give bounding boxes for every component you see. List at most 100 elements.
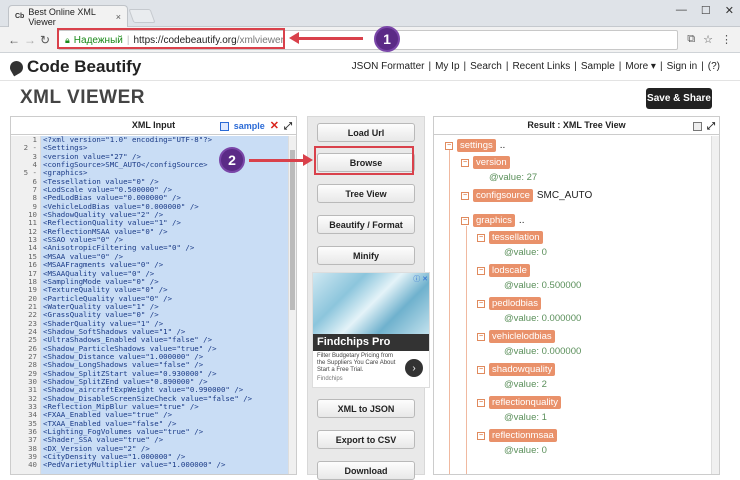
ad-go-icon[interactable]: ›: [405, 359, 423, 377]
node-value: SMC_AUTO: [536, 190, 593, 201]
menu-dots-icon[interactable]: ⋮: [721, 33, 732, 46]
nav-json-formatter[interactable]: JSON Formatter: [352, 61, 425, 72]
tree-node-lodscale[interactable]: − lodscale: [477, 264, 530, 277]
result-panel-header: Result : XML Tree View ⤢: [434, 117, 719, 135]
title-bar: XML VIEWER Save & Share: [0, 82, 740, 114]
copy-icon[interactable]: [219, 122, 229, 131]
tree-node-tessellation[interactable]: − tessellation: [477, 231, 543, 244]
node-key: reflectionquality: [489, 396, 562, 409]
tree-node-vehiclelodbias[interactable]: − vehiclelodbias: [477, 330, 555, 343]
xml-tree: − settings .. − version @value: 27 − con…: [434, 136, 712, 474]
nav-search[interactable]: Search: [470, 61, 502, 72]
page-title: XML VIEWER: [20, 87, 145, 108]
node-key: graphics: [473, 214, 515, 227]
favicon-icon: Cb: [15, 13, 25, 20]
toolbar-icons: ⧉ ☆ ⋮: [687, 33, 732, 46]
window-close-icon[interactable]: ✕: [725, 4, 734, 17]
browser-tab[interactable]: Cb Best Online XML Viewer ×: [8, 5, 128, 27]
input-panel-header: XML Input sample ✕ ⤢: [11, 117, 296, 135]
collapse-toggle-icon[interactable]: −: [477, 398, 485, 407]
tree-attr-tessellation: @value: 0: [504, 247, 547, 258]
node-value: @value: 0.000000: [504, 346, 582, 357]
tree-node-settings[interactable]: − settings ..: [445, 139, 505, 152]
translate-icon[interactable]: ⧉: [687, 33, 695, 46]
node-ellipsis: ..: [518, 215, 525, 226]
tree-attr-vehiclelodbias: @value: 0.000000: [504, 346, 581, 357]
tree-node-graphics[interactable]: − graphics ..: [461, 214, 524, 227]
tree-node-configsource[interactable]: − configsource SMC_AUTO: [461, 189, 592, 202]
sample-link[interactable]: sample: [234, 118, 265, 135]
node-ellipsis: ..: [499, 140, 506, 151]
minimize-icon[interactable]: —: [676, 4, 687, 17]
nav-recent-links[interactable]: Recent Links: [512, 61, 570, 72]
collapse-toggle-icon[interactable]: −: [461, 191, 469, 200]
tab-title: Best Online XML Viewer: [28, 6, 96, 27]
maximize-icon[interactable]: ☐: [701, 4, 711, 17]
node-value: @value: 0: [504, 445, 547, 456]
forward-arrow-icon[interactable]: →: [24, 33, 36, 47]
download-button[interactable]: Download: [317, 461, 415, 480]
ad-source: Findchips: [317, 376, 343, 382]
load-url-button[interactable]: Load Url: [317, 123, 415, 142]
collapse-toggle-icon[interactable]: −: [461, 216, 469, 225]
result-scrollbar[interactable]: [711, 136, 719, 474]
node-key: tessellation: [489, 231, 543, 244]
tab-close-icon[interactable]: ×: [116, 12, 121, 22]
save-share-button[interactable]: Save & Share: [646, 88, 712, 109]
collapse-toggle-icon[interactable]: −: [461, 158, 469, 167]
ad-title: Findchips Pro: [313, 334, 429, 351]
tree-attr-shadowquality: @value: 2: [504, 379, 547, 390]
nav-sample[interactable]: Sample: [581, 61, 615, 72]
node-value: @value: 1: [504, 412, 547, 423]
input-tools: sample ✕ ⤢: [219, 118, 292, 135]
bookmark-star-icon[interactable]: ☆: [703, 33, 713, 46]
clear-icon[interactable]: ✕: [270, 118, 279, 135]
editor-scrollbar[interactable]: [288, 136, 296, 474]
minify-button[interactable]: Minify: [317, 246, 415, 265]
tree-node-shadowquality[interactable]: − shadowquality: [477, 363, 556, 376]
xml-editor[interactable]: 12 -345 -6 7 8 9 10 11 12 13 14 15 16 17 18 19 20 21 22 2…: [11, 136, 296, 474]
export-csv-button[interactable]: Export to CSV: [317, 430, 415, 449]
fullscreen-icon[interactable]: ⤢: [284, 118, 292, 135]
site-logo[interactable]: Code Beautify: [7, 57, 141, 77]
new-tab-button[interactable]: [128, 9, 156, 23]
reload-icon[interactable]: ↻: [40, 33, 50, 47]
node-key: configsource: [473, 189, 533, 202]
ad-text: Filter Budgetary Pricing from the Suppli…: [317, 353, 396, 373]
advertisement[interactable]: ⓘ ✕ Findchips Pro Filter Budgetary Prici…: [312, 272, 430, 388]
xml-to-json-button[interactable]: XML to JSON: [317, 399, 415, 418]
tree-node-pedlodbias[interactable]: − pedlodbias: [477, 297, 541, 310]
nav-sign-in[interactable]: Sign in: [667, 61, 698, 72]
beautify-format-button[interactable]: Beautify / Format: [317, 215, 415, 234]
collapse-toggle-icon[interactable]: −: [477, 431, 485, 440]
tree-node-reflectionquality[interactable]: − reflectionquality: [477, 396, 562, 409]
collapse-toggle-icon[interactable]: −: [477, 365, 485, 374]
window-controls: — ☐ ✕: [676, 4, 734, 17]
collapse-toggle-icon[interactable]: −: [477, 299, 485, 308]
browse-highlight-box: [314, 146, 414, 175]
browser-tab-strip: Cb Best Online XML Viewer × — ☐ ✕: [0, 0, 740, 27]
tree-view-button[interactable]: Tree View: [317, 184, 415, 203]
nav-more[interactable]: More ▾: [625, 61, 656, 72]
nav-my-ip[interactable]: My Ip: [435, 61, 459, 72]
nav-help[interactable]: (?): [708, 61, 720, 72]
ad-choices-icon[interactable]: ⓘ ✕: [413, 274, 428, 284]
result-copy-icon[interactable]: [693, 122, 702, 131]
xml-code-area[interactable]: <?xml version="1.0" encoding="UTF-8"?> <S…: [41, 136, 296, 474]
tree-attr-pedlodbias: @value: 0.000000: [504, 313, 581, 324]
tree-node-version[interactable]: − version: [461, 156, 510, 169]
collapse-toggle-icon[interactable]: −: [477, 332, 485, 341]
node-value: @value: 27: [489, 172, 538, 183]
tree-node-reflectionmsaa[interactable]: − reflectionmsaa: [477, 429, 557, 442]
collapse-toggle-icon[interactable]: −: [445, 141, 453, 150]
collapse-toggle-icon[interactable]: −: [477, 233, 485, 242]
input-panel-title: XML Input: [131, 120, 176, 130]
scrollbar-thumb[interactable]: [290, 150, 295, 310]
node-key: reflectionmsaa: [489, 429, 557, 442]
node-value: @value: 0.500000: [504, 280, 582, 291]
collapse-toggle-icon[interactable]: −: [477, 266, 485, 275]
annotation-arrow-2: [249, 154, 313, 166]
node-value: @value: 2: [504, 379, 547, 390]
result-fullscreen-icon[interactable]: ⤢: [707, 118, 715, 135]
back-arrow-icon[interactable]: ←: [8, 33, 20, 47]
